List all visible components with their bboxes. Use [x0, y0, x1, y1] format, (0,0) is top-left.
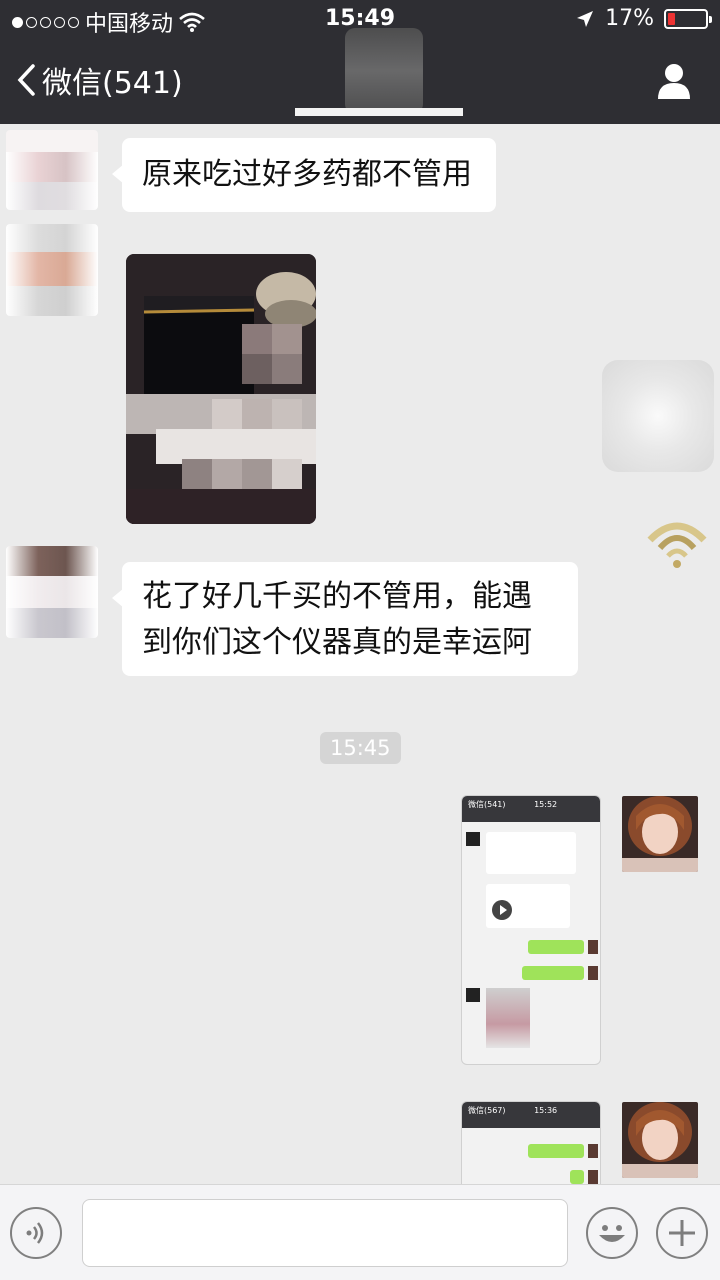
chat-area[interactable]: 原来吃过好多药都不管用 花了好几千买的不管用，能遇 到你们这个仪器真的是幸运阿 … — [0, 124, 720, 1184]
mini-bubble — [528, 940, 584, 954]
avatar[interactable] — [6, 130, 98, 210]
message-text: 原来吃过好多药都不管用 — [142, 157, 472, 192]
chat-title-redacted — [345, 28, 423, 114]
mini-bubble — [528, 1144, 584, 1158]
battery-icon — [664, 8, 712, 29]
logo-watermark-icon — [647, 522, 707, 568]
mini-back-label: 微信(541) — [468, 800, 506, 809]
mini-avatar — [466, 988, 480, 1002]
mini-avatar — [588, 966, 598, 980]
blurred-overlay — [602, 360, 714, 472]
message-bubble[interactable]: 原来吃过好多药都不管用 — [112, 138, 496, 212]
mini-header: 微信(541) 15:52 — [462, 796, 600, 822]
avatar[interactable] — [6, 224, 98, 316]
voice-button[interactable] — [10, 1207, 62, 1259]
title-redaction-bar — [295, 108, 463, 116]
smiley-icon — [599, 1225, 625, 1242]
chat-timestamp: 15:45 — [320, 732, 401, 764]
mini-avatar — [588, 1170, 598, 1184]
back-label: 微信(541) — [42, 66, 183, 101]
voice-icon — [26, 1222, 44, 1244]
play-icon — [492, 900, 512, 920]
back-button[interactable]: 微信(541) — [16, 58, 183, 102]
plus-icon — [669, 1220, 695, 1246]
mini-bubble — [486, 832, 576, 874]
mini-avatar — [466, 832, 480, 846]
mini-image — [486, 988, 530, 1048]
mini-time: 15:36 — [534, 1106, 558, 1115]
mini-bubble — [570, 1170, 584, 1184]
battery-percent: 17% — [605, 6, 654, 31]
photo-message[interactable] — [126, 254, 316, 524]
location-arrow-icon — [577, 10, 594, 27]
avatar[interactable] — [6, 546, 98, 638]
mini-back-label: 微信(567) — [468, 1106, 506, 1115]
avatar[interactable] — [622, 796, 698, 872]
mini-time: 15:52 — [534, 800, 558, 809]
mini-bubble — [522, 966, 584, 980]
person-icon[interactable] — [656, 62, 692, 100]
message-text-line: 花了好几千买的不管用，能遇 — [142, 579, 532, 614]
more-button[interactable] — [656, 1207, 708, 1259]
mini-avatar — [588, 940, 598, 954]
avatar-photo — [622, 1102, 698, 1178]
mini-avatar — [588, 1144, 598, 1158]
nav-bar: 微信(541) — [0, 28, 720, 124]
avatar[interactable] — [622, 1102, 698, 1178]
chevron-left-icon — [17, 64, 35, 96]
input-bar — [0, 1184, 720, 1280]
message-input[interactable] — [82, 1199, 568, 1267]
message-bubble[interactable]: 花了好几千买的不管用，能遇 到你们这个仪器真的是幸运阿 — [112, 562, 578, 676]
mini-header: 微信(567) 15:36 — [462, 1102, 600, 1128]
screenshot-message[interactable]: 微信(567) 15:36 — [461, 1101, 601, 1184]
message-text-line: 到你们这个仪器真的是幸运阿 — [142, 625, 532, 660]
photo-content — [126, 254, 316, 524]
mini-voice-card — [486, 884, 570, 928]
emoji-button[interactable] — [586, 1207, 638, 1259]
avatar-photo — [622, 796, 698, 872]
screenshot-message[interactable]: 微信(541) 15:52 — [461, 795, 601, 1065]
